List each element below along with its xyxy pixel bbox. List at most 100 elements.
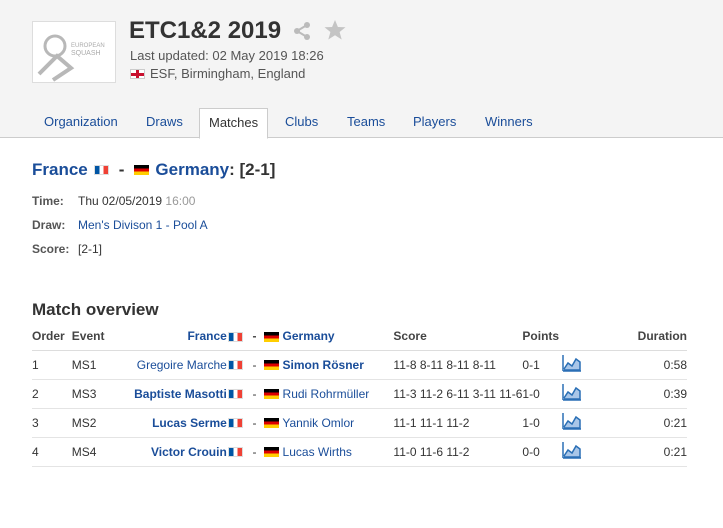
- col-points: Points: [522, 322, 613, 351]
- row-flag1: [226, 408, 245, 438]
- france-flag-icon: [228, 360, 244, 371]
- col-event: Event: [71, 322, 118, 351]
- row-score: 11-0 11-6 11-2: [393, 437, 523, 467]
- match-result: : [2-1]: [229, 160, 276, 179]
- france-flag-icon: [93, 165, 109, 175]
- row-score: 11-1 11-1 11-2: [393, 408, 523, 438]
- tab-teams[interactable]: Teams: [347, 108, 385, 138]
- score-value: [2-1]: [78, 242, 103, 256]
- player2-link[interactable]: Lucas Wirths: [283, 445, 352, 459]
- row-stats-cell: [561, 408, 613, 438]
- germany-flag-icon: [264, 418, 280, 429]
- row-event: MS2: [71, 408, 118, 438]
- player2-link[interactable]: Yannik Omlor: [282, 416, 354, 430]
- row-points: 0-0: [522, 437, 562, 467]
- player1-link[interactable]: Lucas Serme: [152, 416, 227, 430]
- row-player1-cell: Victor Crouin: [117, 437, 227, 467]
- col-team2: Germany: [264, 322, 394, 351]
- time-value: Thu 02/05/2019 16:00: [78, 194, 195, 208]
- row-duration: 0:21: [612, 437, 687, 467]
- row-sep: -: [244, 408, 265, 438]
- player1-link[interactable]: Baptiste Masotti: [134, 387, 227, 401]
- table-row: 1 MS1 Gregoire Marche - Simon Rösner 11-8 8-…: [32, 350, 687, 380]
- row-order: 2: [32, 379, 72, 409]
- tab-clubs[interactable]: Clubs: [285, 108, 318, 138]
- score-label: Score:: [32, 242, 70, 256]
- title-separator: -: [118, 160, 125, 179]
- match-stats-chart-icon[interactable]: [561, 412, 582, 433]
- time-hour: 16:00: [165, 194, 196, 208]
- tab-winners[interactable]: Winners: [485, 108, 533, 138]
- table-row: 4 MS4 Victor Crouin - Lucas Wirths 11-0 11-6…: [32, 437, 687, 467]
- player1-link[interactable]: Gregoire Marche: [137, 358, 227, 372]
- row-flag1: [226, 437, 245, 467]
- france-flag-icon: [228, 389, 244, 400]
- match-stats-chart-icon[interactable]: [561, 383, 582, 404]
- row-player2-cell: Rudi Rohrmüller: [264, 379, 394, 409]
- row-player1-cell: Lucas Serme: [117, 408, 227, 438]
- row-points: 1-0: [522, 408, 562, 438]
- tab-organization[interactable]: Organization: [44, 108, 118, 138]
- row-order: 4: [32, 437, 72, 467]
- tab-matches[interactable]: Matches: [199, 108, 269, 139]
- time-label: Time:: [32, 194, 64, 208]
- row-stats-cell: [561, 379, 613, 409]
- table-row: 2 MS3 Baptiste Masotti - Rudi Rohrmüller 11-…: [32, 379, 687, 409]
- col-team1-link[interactable]: France: [187, 329, 226, 343]
- match-stats-chart-icon[interactable]: [561, 354, 582, 375]
- row-score: 11-3 11-2 6-11 3-11 11-6: [393, 379, 523, 409]
- col-team1: France: [117, 322, 227, 351]
- player2-link[interactable]: Simon Rösner: [283, 358, 364, 372]
- row-duration: 0:39: [612, 379, 687, 409]
- france-flag-icon: [228, 447, 244, 458]
- row-sep: -: [244, 437, 265, 467]
- location-text: ESF, Birmingham, England: [150, 66, 306, 81]
- france-flag-icon: [228, 418, 244, 429]
- germany-flag-icon: [264, 389, 280, 400]
- match-stats-chart-icon[interactable]: [561, 441, 582, 462]
- row-event: MS1: [71, 350, 118, 380]
- favorite-star-icon[interactable]: [323, 18, 347, 45]
- row-points: 0-1: [522, 350, 562, 380]
- row-flag1: [226, 350, 245, 380]
- european-squash-logo[interactable]: EUROPEAN SQUASH: [32, 21, 116, 83]
- player2-link[interactable]: Rudi Rohrmüller: [283, 387, 370, 401]
- table-header-row: Order Event France - Germany Score Point…: [32, 322, 687, 351]
- player1-link[interactable]: Victor Crouin: [151, 445, 227, 459]
- draw-link[interactable]: Men's Divison 1 - Pool A: [78, 218, 208, 232]
- logo-text-squash: SQUASH: [71, 50, 101, 57]
- tournament-title: ETC1&2 2019: [129, 17, 282, 44]
- share-icon[interactable]: [293, 21, 311, 44]
- match-overview-table: Order Event France - Germany Score Point…: [32, 322, 687, 467]
- col-team1-flag: [226, 322, 245, 351]
- row-order: 3: [32, 408, 72, 438]
- logo-text-european: EUROPEAN: [71, 43, 105, 49]
- tab-bar: Organization Draws Matches Clubs Teams P…: [0, 108, 723, 139]
- table-row: 3 MS2 Lucas Serme - Yannik Omlor 11-1 11-1 1…: [32, 408, 687, 438]
- germany-flag-icon: [264, 447, 280, 458]
- row-score: 11-8 8-11 8-11 8-11: [393, 350, 523, 380]
- england-flag-icon: [130, 68, 145, 79]
- team2-link[interactable]: Germany: [155, 160, 229, 180]
- team1-link[interactable]: France: [32, 160, 88, 180]
- germany-flag-icon: [264, 360, 280, 371]
- tab-draws[interactable]: Draws: [146, 108, 183, 138]
- tab-players[interactable]: Players: [413, 108, 456, 138]
- col-duration: Duration: [612, 322, 687, 351]
- row-player2-cell: Simon Rösner: [264, 350, 394, 380]
- last-updated: Last updated: 02 May 2019 18:26: [130, 48, 324, 63]
- row-player2-cell: Lucas Wirths: [264, 437, 394, 467]
- row-player2-cell: Yannik Omlor: [264, 408, 394, 438]
- row-sep: -: [244, 379, 265, 409]
- row-points: 1-0: [522, 379, 562, 409]
- germany-flag-icon: [134, 165, 150, 175]
- location: ESF, Birmingham, England: [130, 66, 305, 81]
- row-stats-cell: [561, 350, 613, 380]
- col-team2-link[interactable]: Germany: [283, 329, 335, 343]
- row-player1-cell: Baptiste Masotti: [117, 379, 227, 409]
- row-duration: 0:21: [612, 408, 687, 438]
- row-stats-cell: [561, 437, 613, 467]
- draw-label: Draw:: [32, 218, 66, 232]
- match-overview-title: Match overview: [32, 300, 159, 319]
- row-sep: -: [244, 350, 265, 380]
